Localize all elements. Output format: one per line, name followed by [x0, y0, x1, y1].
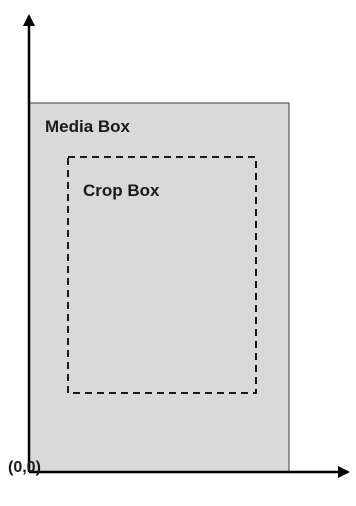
diagram-svg	[23, 14, 350, 478]
media-box-label: Media Box	[45, 117, 131, 136]
pdf-page-boxes-diagram: Media Box Crop Box (0,0)	[0, 0, 356, 506]
crop-box-label: Crop Box	[83, 181, 160, 200]
origin-label: (0,0)	[8, 459, 41, 476]
